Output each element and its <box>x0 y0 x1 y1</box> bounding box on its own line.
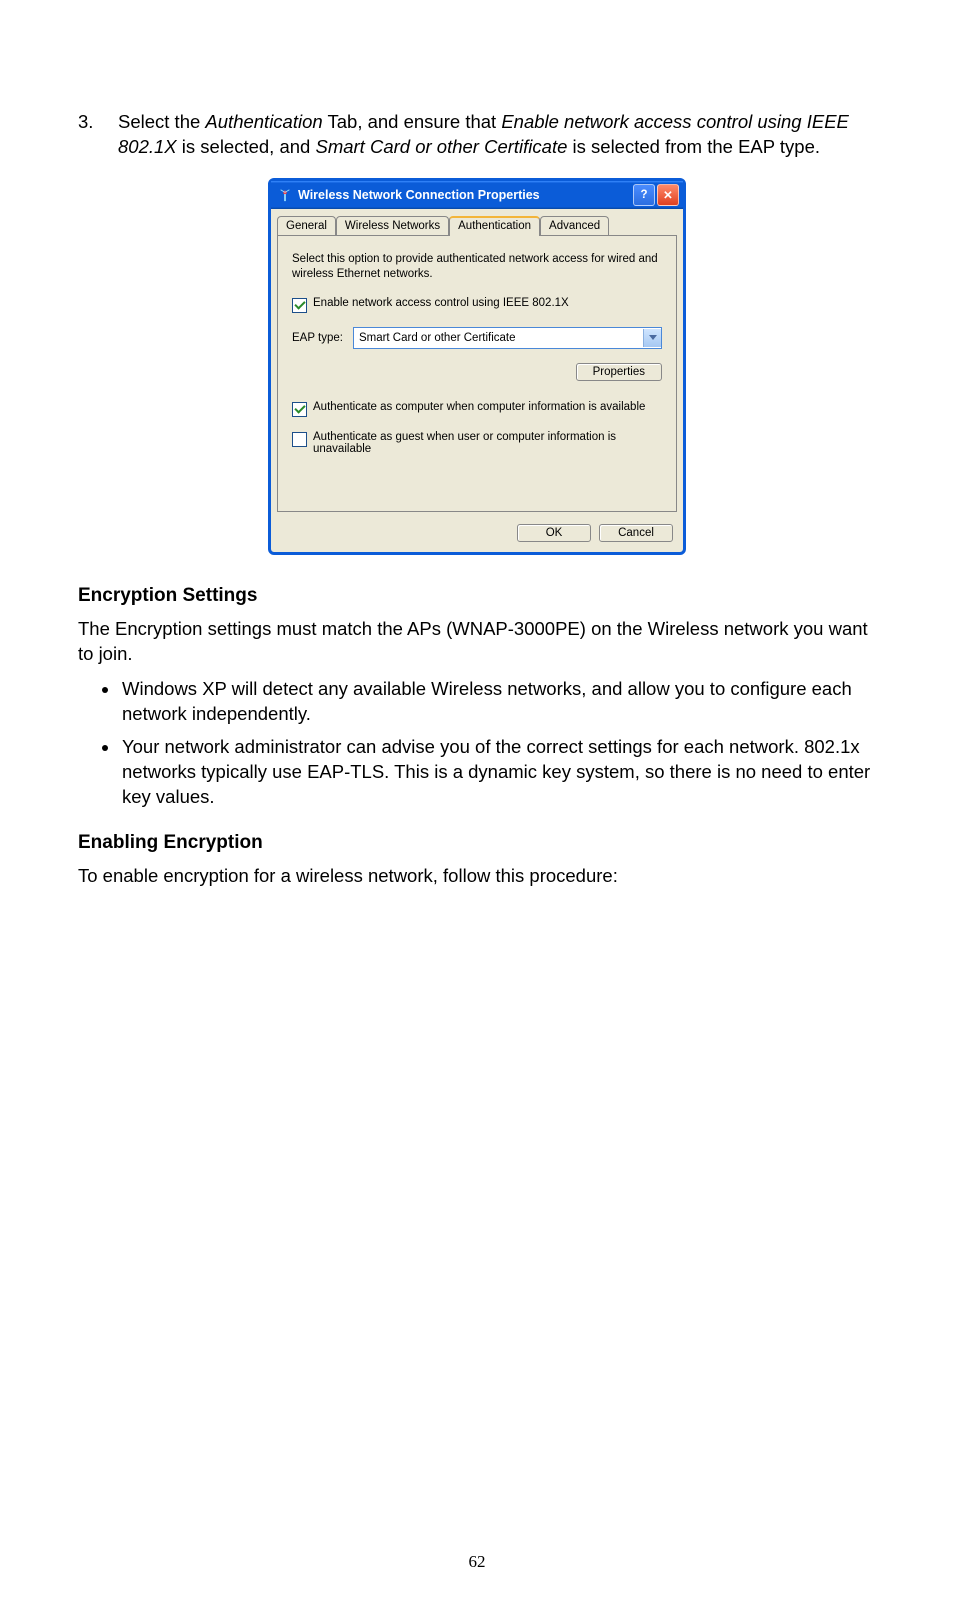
cancel-button[interactable]: Cancel <box>599 524 673 542</box>
step-tab-name: Authentication <box>205 111 322 132</box>
step-option2: Smart Card or other Certificate <box>315 136 567 157</box>
step-number: 3. <box>78 110 118 160</box>
step-text-part: is selected from the EAP type. <box>567 136 820 157</box>
encryption-settings-paragraph: The Encryption settings must match the A… <box>78 617 876 667</box>
tab-wireless-networks[interactable]: Wireless Networks <box>336 216 449 236</box>
document-page: 3. Select the Authentication Tab, and en… <box>0 0 954 1612</box>
heading-enabling-encryption: Enabling Encryption <box>78 832 876 854</box>
tab-strip: General Wireless Networks Authentication… <box>271 209 683 235</box>
instruction-step: 3. Select the Authentication Tab, and en… <box>78 110 876 160</box>
screenshot-wrapper: Wireless Network Connection Properties ?… <box>78 178 876 555</box>
step-text: Select the Authentication Tab, and ensur… <box>118 110 876 160</box>
properties-button[interactable]: Properties <box>576 363 662 381</box>
auth-description: Select this option to provide authentica… <box>292 252 662 283</box>
enable-8021x-label: Enable network access control using IEEE… <box>313 297 569 309</box>
enabling-encryption-paragraph: To enable encryption for a wireless netw… <box>78 864 876 889</box>
auth-as-guest-label: Authenticate as guest when user or compu… <box>313 431 662 455</box>
auth-as-computer-label: Authenticate as computer when computer i… <box>313 401 645 413</box>
tab-panel-authentication: Select this option to provide authentica… <box>277 235 677 512</box>
properties-row: Properties <box>292 363 662 381</box>
titlebar: Wireless Network Connection Properties ?… <box>271 181 683 209</box>
properties-dialog: Wireless Network Connection Properties ?… <box>268 178 686 555</box>
tab-advanced[interactable]: Advanced <box>540 216 609 236</box>
eap-type-dropdown[interactable]: Smart Card or other Certificate <box>353 327 662 349</box>
tab-authentication[interactable]: Authentication <box>449 216 540 236</box>
dialog-buttons: OK Cancel <box>271 518 683 552</box>
wireless-icon <box>277 187 293 203</box>
auth-as-guest-checkbox[interactable] <box>292 432 307 447</box>
step-text-part: Tab, and ensure that <box>323 111 502 132</box>
step-text-part: is selected, and <box>177 136 316 157</box>
close-button[interactable]: ✕ <box>657 184 679 206</box>
auth-as-computer-checkbox[interactable] <box>292 402 307 417</box>
bullet-item: Windows XP will detect any available Wir… <box>120 677 876 727</box>
auth-as-guest-row[interactable]: Authenticate as guest when user or compu… <box>292 431 662 455</box>
enable-8021x-row[interactable]: Enable network access control using IEEE… <box>292 297 662 313</box>
enable-8021x-checkbox[interactable] <box>292 298 307 313</box>
auth-as-computer-row[interactable]: Authenticate as computer when computer i… <box>292 401 662 417</box>
chevron-down-icon[interactable] <box>643 329 661 347</box>
eap-type-label: EAP type: <box>292 332 343 344</box>
eap-type-row: EAP type: Smart Card or other Certificat… <box>292 327 662 349</box>
tab-general[interactable]: General <box>277 216 336 236</box>
step-text-part: Select the <box>118 111 205 132</box>
eap-type-value: Smart Card or other Certificate <box>359 332 643 344</box>
ok-button[interactable]: OK <box>517 524 591 542</box>
help-button[interactable]: ? <box>633 184 655 206</box>
heading-encryption-settings: Encryption Settings <box>78 585 876 607</box>
encryption-bullets: Windows XP will detect any available Wir… <box>78 677 876 810</box>
dialog-title: Wireless Network Connection Properties <box>298 188 631 202</box>
bullet-item: Your network administrator can advise yo… <box>120 735 876 810</box>
page-number: 62 <box>0 1552 954 1572</box>
